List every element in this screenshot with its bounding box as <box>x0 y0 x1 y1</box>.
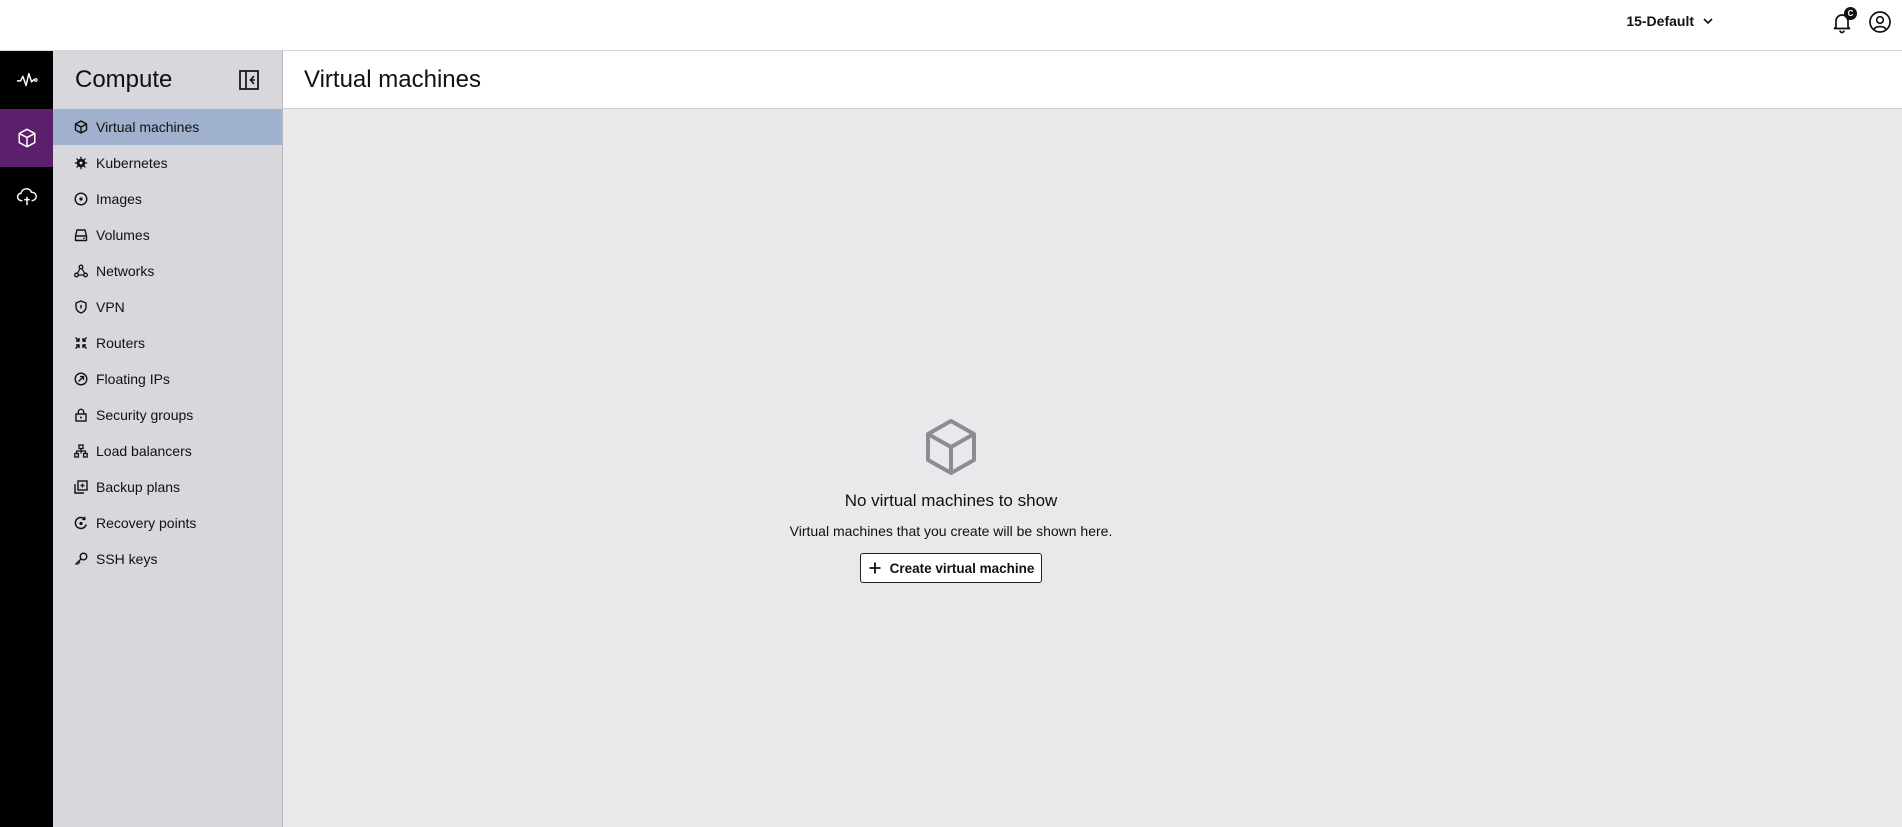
activity-icon <box>16 72 38 87</box>
key-icon <box>75 552 88 565</box>
app-rail <box>0 51 53 827</box>
sidebar-item-images[interactable]: Images <box>53 181 282 217</box>
sidebar-item-recovery-points[interactable]: Recovery points <box>53 505 282 541</box>
project-selector[interactable]: 15-Default <box>1626 0 1714 42</box>
collapse-sidebar-icon[interactable] <box>238 69 260 91</box>
sidebar: Compute Virtual machines Kubernetes Imag… <box>53 51 283 827</box>
create-virtual-machine-button[interactable]: Create virtual machine <box>859 553 1043 583</box>
network-icon <box>74 264 88 278</box>
sidebar-item-label: VPN <box>96 299 125 315</box>
sidebar-item-label: Backup plans <box>96 479 181 495</box>
disc-icon <box>74 192 88 206</box>
sidebar-item-label: Routers <box>96 335 146 351</box>
sidebar-item-ssh-keys[interactable]: SSH keys <box>53 541 282 577</box>
floating-ip-icon <box>74 372 88 386</box>
recovery-icon <box>74 516 87 530</box>
sidebar-item-floating-ips[interactable]: Floating IPs <box>53 361 282 397</box>
backup-icon <box>74 480 88 494</box>
cube-icon <box>17 128 36 148</box>
sidebar-item-load-balancers[interactable]: Load balancers <box>53 433 282 469</box>
sidebar-item-networks[interactable]: Networks <box>53 253 282 289</box>
sidebar-item-label: Kubernetes <box>96 155 168 171</box>
user-circle-icon <box>1869 11 1891 33</box>
sidebar-item-kubernetes[interactable]: Kubernetes <box>53 145 282 181</box>
chevron-down-icon <box>1703 18 1713 25</box>
notification-badge: C <box>1844 7 1857 20</box>
rail-item-compute[interactable] <box>0 109 53 167</box>
cloud-upload-icon <box>16 188 37 206</box>
sidebar-item-vpn[interactable]: VPN <box>53 289 282 325</box>
page-header: Virtual machines <box>283 51 1902 109</box>
user-menu-button[interactable] <box>1868 10 1892 34</box>
lock-icon <box>75 408 87 422</box>
empty-state-subtitle: Virtual machines that you create will be… <box>789 523 1113 539</box>
sidebar-item-label: Images <box>96 191 142 207</box>
router-icon <box>75 337 87 349</box>
empty-state: No virtual machines to show Virtual mach… <box>283 417 1619 583</box>
sidebar-item-virtual-machines[interactable]: Virtual machines <box>53 109 282 145</box>
sidebar-item-volumes[interactable]: Volumes <box>53 217 282 253</box>
sidebar-item-label: SSH keys <box>96 551 158 567</box>
sidebar-item-security-groups[interactable]: Security groups <box>53 397 282 433</box>
sidebar-item-label: Volumes <box>96 227 150 243</box>
sidebar-item-label: Virtual machines <box>96 119 200 135</box>
sidebar-item-label: Load balancers <box>96 443 192 459</box>
sidebar-item-backup-plans[interactable]: Backup plans <box>53 469 282 505</box>
plus-icon <box>869 562 881 574</box>
project-name: 15-Default <box>1626 13 1694 29</box>
sidebar-item-routers[interactable]: Routers <box>53 325 282 361</box>
rail-item-monitoring[interactable] <box>0 51 53 109</box>
shield-icon <box>75 300 87 314</box>
sidebar-item-label: Floating IPs <box>96 371 170 387</box>
sidebar-header: Compute <box>53 51 282 109</box>
sidebar-item-label: Recovery points <box>96 515 197 531</box>
notifications-button[interactable]: C <box>1830 7 1857 34</box>
sidebar-item-label: Networks <box>96 263 155 279</box>
cube-icon <box>926 419 976 475</box>
kubernetes-icon <box>74 156 88 170</box>
rail-item-cloud[interactable] <box>0 167 53 225</box>
hard-drive-icon <box>74 229 88 242</box>
top-bar: 15-Default C <box>0 0 1902 51</box>
cube-icon <box>74 120 88 134</box>
sidebar-item-label: Security groups <box>96 407 194 423</box>
sidebar-title: Compute <box>75 66 173 93</box>
load-balancer-icon <box>74 444 88 458</box>
empty-state-title: No virtual machines to show <box>844 491 1058 510</box>
page-title: Virtual machines <box>304 65 481 93</box>
create-button-label: Create virtual machine <box>889 560 1035 576</box>
main-content: Virtual machines No virtual machines to … <box>283 51 1902 827</box>
